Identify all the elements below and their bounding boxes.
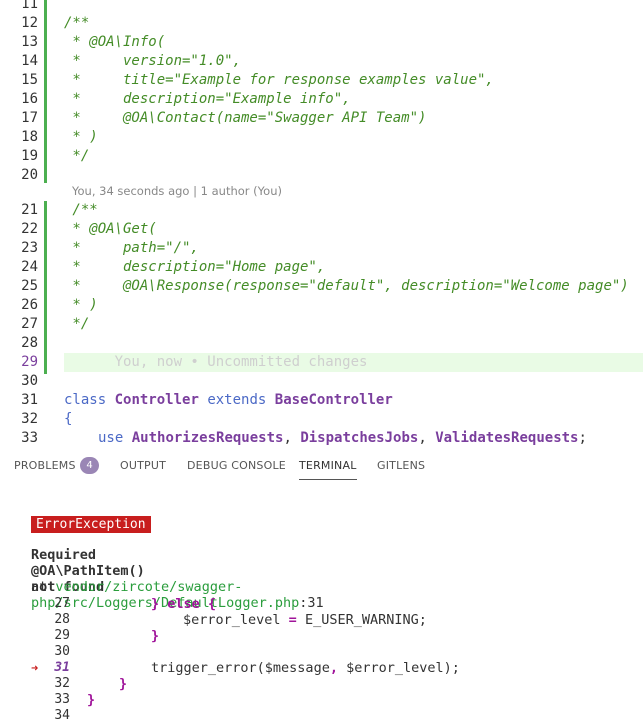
- code-line-current: 29 You, now • Uncommitted changes: [0, 353, 643, 372]
- code-text: * description="Home page",: [64, 259, 326, 275]
- code-text: * @OA\Contact(name="Swagger API Team"): [64, 110, 427, 126]
- code-line: 18 * ): [0, 128, 643, 147]
- code-line: 27 */: [0, 315, 643, 334]
- line-number: 19: [21, 148, 38, 164]
- line-number: 24: [21, 259, 38, 275]
- line-number: 20: [21, 167, 38, 183]
- snippet-line-number: 32: [54, 676, 70, 691]
- code-line: 13 * @OA\Info(: [0, 33, 643, 52]
- code-line: 23 * path="/",: [0, 239, 643, 258]
- code-line: 15 * title="Example for response example…: [0, 71, 643, 90]
- line-number: 14: [21, 53, 38, 69]
- snippet-line: 27 } else {: [0, 596, 643, 612]
- problems-count-badge: 4: [80, 457, 99, 474]
- line-number: 11: [21, 0, 38, 12]
- code-line: 28: [0, 334, 643, 353]
- code-text: class Controller extends BaseController: [64, 392, 393, 408]
- code-line: 33 use AuthorizesRequests, DispatchesJob…: [0, 429, 643, 448]
- code-text: * @OA\Info(: [64, 34, 166, 50]
- line-number: 12: [21, 15, 38, 31]
- line-number: 18: [21, 129, 38, 145]
- code-text: * @OA\Response(response="default", descr…: [64, 278, 629, 294]
- snippet-line: 29 }: [0, 628, 643, 644]
- snippet-line-number: 29: [54, 628, 70, 643]
- code-text: * ): [64, 297, 98, 313]
- tab-output[interactable]: OUTPUT: [120, 459, 166, 472]
- code-text: {: [64, 411, 73, 427]
- code-text: /**: [64, 15, 90, 31]
- code-line: 12 /**: [0, 14, 643, 33]
- code-line: 24 * description="Home page",: [0, 258, 643, 277]
- snippet-line-number: 31: [54, 660, 70, 675]
- inline-blame: You, now • Uncommitted changes: [64, 354, 368, 370]
- error-type-badge: ErrorException: [31, 516, 151, 533]
- snippet-line-number: 34: [54, 708, 70, 723]
- code-text: * @OA\Get(: [64, 221, 157, 237]
- snippet-line: 28 $error_level = E_USER_WARNING;: [0, 612, 643, 628]
- code-line: 16 * description="Example info",: [0, 90, 643, 109]
- code-line: 21 /**: [0, 201, 643, 220]
- snippet-line: 30: [0, 644, 643, 660]
- line-number: 23: [21, 240, 38, 256]
- code-line: 11: [0, 0, 643, 14]
- snippet-line: 32 }: [0, 676, 643, 692]
- tab-terminal[interactable]: TERMINAL: [299, 459, 357, 480]
- code-line: 22 * @OA\Get(: [0, 220, 643, 239]
- code-text: * version="1.0",: [64, 53, 242, 69]
- code-line: 26 * ): [0, 296, 643, 315]
- arrow-right-icon: ➜: [31, 661, 39, 675]
- code-editor[interactable]: 11 12 /** 13 * @OA\Info( 14 * version="1…: [0, 0, 643, 448]
- gitlens-codelens[interactable]: You, 34 seconds ago | 1 author (You): [72, 184, 282, 198]
- line-number: 21: [21, 202, 38, 218]
- line-number: 16: [21, 91, 38, 107]
- code-line: 32 {: [0, 410, 643, 429]
- line-number: 22: [21, 221, 38, 237]
- bottom-panel: PROBLEMS 4 OUTPUT DEBUG CONSOLE TERMINAL…: [0, 448, 643, 724]
- code-line: 30: [0, 372, 643, 391]
- code-line: 20: [0, 166, 643, 185]
- code-line: 25 * @OA\Response(response="default", de…: [0, 277, 643, 296]
- line-number: 26: [21, 297, 38, 313]
- code-text: */: [64, 316, 90, 332]
- code-line: 14 * version="1.0",: [0, 52, 643, 71]
- line-number: 33: [21, 430, 38, 446]
- line-number: 32: [21, 411, 38, 427]
- line-number: 13: [21, 34, 38, 50]
- code-text: use AuthorizesRequests, DispatchesJobs, …: [98, 430, 587, 446]
- code-text: * path="/",: [64, 240, 199, 256]
- tab-debug-console[interactable]: DEBUG CONSOLE: [187, 459, 286, 472]
- tab-problems[interactable]: PROBLEMS: [14, 459, 76, 472]
- line-number: 25: [21, 278, 38, 294]
- snippet-line-number: 30: [54, 644, 70, 659]
- snippet-line-number: 27: [54, 596, 70, 611]
- line-number: 30: [21, 373, 38, 389]
- code-line: 31 class Controller extends BaseControll…: [0, 391, 643, 410]
- snippet-line-number: 28: [54, 612, 70, 627]
- code-line: 19 */: [0, 147, 643, 166]
- code-text: * ): [64, 129, 98, 145]
- line-number: 27: [21, 316, 38, 332]
- tab-gitlens[interactable]: GITLENS: [377, 459, 425, 472]
- snippet-line: 34: [0, 708, 643, 724]
- line-number: 28: [21, 335, 38, 351]
- snippet-line: 33 }: [0, 692, 643, 708]
- panel-tabs: PROBLEMS 4 OUTPUT DEBUG CONSOLE TERMINAL…: [0, 448, 643, 483]
- line-number: 17: [21, 110, 38, 126]
- snippet-line-current: ➜ 31 trigger_error($message, $error_leve…: [31, 660, 460, 676]
- line-number: 31: [21, 392, 38, 408]
- code-text: * description="Example info",: [64, 91, 351, 107]
- code-text: * title="Example for response examples v…: [64, 72, 494, 88]
- code-text: /**: [64, 202, 98, 218]
- line-number: 15: [21, 72, 38, 88]
- snippet-line-number: 33: [54, 692, 70, 707]
- line-number: 29: [21, 354, 38, 370]
- code-text: */: [64, 148, 90, 164]
- code-line: 17 * @OA\Contact(name="Swagger API Team"…: [0, 109, 643, 128]
